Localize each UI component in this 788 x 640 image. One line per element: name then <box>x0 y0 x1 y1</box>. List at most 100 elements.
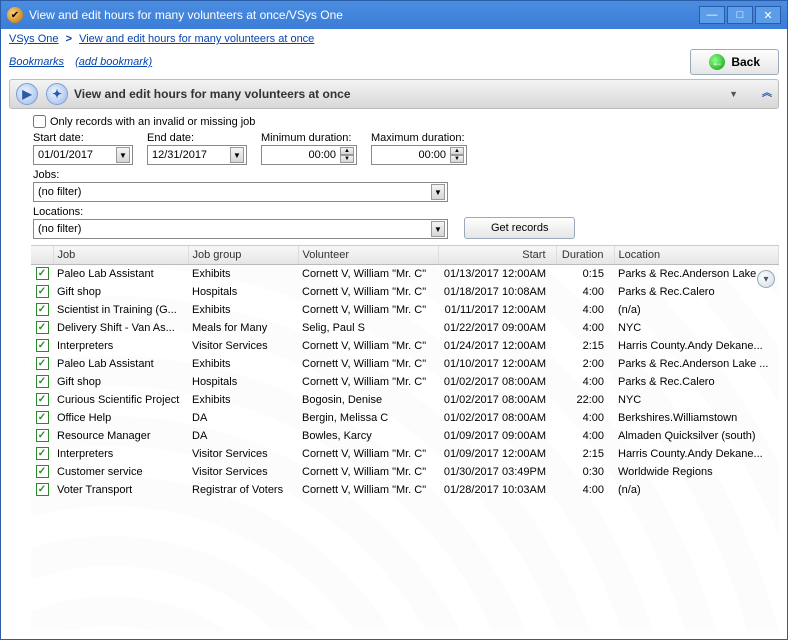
close-button[interactable]: ✕ <box>755 6 781 24</box>
table-row[interactable]: ✓Voter TransportRegistrar of VotersCorne… <box>31 481 779 499</box>
col-location[interactable]: Location <box>614 246 779 265</box>
row-checkbox[interactable]: ✓ <box>36 339 49 352</box>
cell-start: 01/18/2017 10:08AM <box>438 283 556 301</box>
app-window: ✔ View and edit hours for many volunteer… <box>0 0 788 640</box>
min-duration-label: Minimum duration: <box>261 132 357 144</box>
row-checkbox[interactable]: ✓ <box>36 465 49 478</box>
max-duration-input[interactable]: 00:00 ▲▼ <box>371 145 467 165</box>
maximize-button[interactable]: □ <box>727 6 753 24</box>
row-checkbox[interactable]: ✓ <box>36 447 49 460</box>
panel-dropdown-icon[interactable]: ▼ <box>729 89 738 99</box>
cell-volunteer: Cornett V, William "Mr. C" <box>298 355 438 373</box>
panel-title: View and edit hours for many volunteers … <box>74 87 351 101</box>
col-start[interactable]: Start <box>438 246 556 265</box>
panel-header[interactable]: ▶ ✦ View and edit hours for many volunte… <box>9 79 779 109</box>
table-row[interactable]: ✓Delivery Shift - Van As...Meals for Man… <box>31 319 779 337</box>
cell-volunteer: Cornett V, William "Mr. C" <box>298 373 438 391</box>
col-job-group[interactable]: Job group <box>188 246 298 265</box>
min-duration-input[interactable]: 00:00 ▲▼ <box>261 145 357 165</box>
cell-volunteer: Cornett V, William "Mr. C" <box>298 301 438 319</box>
chevron-down-icon[interactable]: ▼ <box>116 147 130 163</box>
invalid-job-label: Only records with an invalid or missing … <box>50 116 255 128</box>
breadcrumb-separator: > <box>66 33 72 45</box>
row-checkbox[interactable]: ✓ <box>36 321 49 334</box>
play-icon[interactable]: ▶ <box>16 83 38 105</box>
cell-start: 01/28/2017 10:03AM <box>438 481 556 499</box>
cell-job-group: Hospitals <box>188 283 298 301</box>
row-checkbox[interactable]: ✓ <box>36 303 49 316</box>
cell-job: Gift shop <box>53 283 188 301</box>
cell-duration: 4:00 <box>556 427 614 445</box>
titlebar[interactable]: ✔ View and edit hours for many volunteer… <box>1 1 787 29</box>
table-row[interactable]: ✓Gift shopHospitalsCornett V, William "M… <box>31 373 779 391</box>
cell-job: Interpreters <box>53 337 188 355</box>
cell-job-group: Exhibits <box>188 265 298 283</box>
jobs-filter-select[interactable]: (no filter) ▼ <box>33 182 448 202</box>
col-duration[interactable]: Duration <box>556 246 614 265</box>
bookmarks-link[interactable]: Bookmarks <box>9 56 64 68</box>
row-checkbox[interactable]: ✓ <box>36 393 49 406</box>
app-icon: ✔ <box>7 7 23 23</box>
invalid-job-checkbox[interactable] <box>33 115 46 128</box>
cell-location: Almaden Quicksilver (south) <box>614 427 779 445</box>
get-records-button[interactable]: Get records <box>464 217 575 239</box>
end-date-input[interactable]: 12/31/2017 ▼ <box>147 145 247 165</box>
cell-start: 01/09/2017 12:00AM <box>438 445 556 463</box>
cell-job-group: DA <box>188 427 298 445</box>
table-row[interactable]: ✓Customer serviceVisitor ServicesCornett… <box>31 463 779 481</box>
col-volunteer[interactable]: Volunteer <box>298 246 438 265</box>
cell-volunteer: Cornett V, William "Mr. C" <box>298 481 438 499</box>
row-checkbox[interactable]: ✓ <box>36 267 49 280</box>
cell-start: 01/02/2017 08:00AM <box>438 409 556 427</box>
col-check[interactable] <box>31 246 53 265</box>
cell-duration: 2:15 <box>556 445 614 463</box>
filters-panel: Only records with an invalid or missing … <box>1 109 787 243</box>
table-row[interactable]: ✓Paleo Lab AssistantExhibitsCornett V, W… <box>31 265 779 283</box>
start-date-input[interactable]: 01/01/2017 ▼ <box>33 145 133 165</box>
chevron-down-icon[interactable]: ▼ <box>431 221 445 237</box>
clock-icon: ✦ <box>46 83 68 105</box>
row-checkbox[interactable]: ✓ <box>36 357 49 370</box>
cell-start: 01/02/2017 08:00AM <box>438 391 556 409</box>
collapse-icon[interactable]: ︽ <box>762 91 772 97</box>
cell-start: 01/30/2017 03:49PM <box>438 463 556 481</box>
breadcrumb-root[interactable]: VSys One <box>9 33 59 45</box>
minimize-button[interactable]: — <box>699 6 725 24</box>
row-checkbox[interactable]: ✓ <box>36 429 49 442</box>
row-checkbox[interactable]: ✓ <box>36 375 49 388</box>
chevron-down-icon[interactable]: ▼ <box>431 184 445 200</box>
table-row[interactable]: ✓Scientist in Training (G...ExhibitsCorn… <box>31 301 779 319</box>
table-row[interactable]: ✓InterpretersVisitor ServicesCornett V, … <box>31 445 779 463</box>
table-row[interactable]: ✓Paleo Lab AssistantExhibitsCornett V, W… <box>31 355 779 373</box>
max-duration-spinner[interactable]: ▲▼ <box>450 147 464 163</box>
back-arrow-icon: ← <box>709 54 725 70</box>
cell-location: Berkshires.Williamstown <box>614 409 779 427</box>
table-row[interactable]: ✓Curious Scientific ProjectExhibitsBogos… <box>31 391 779 409</box>
add-bookmark-link[interactable]: (add bookmark) <box>75 56 152 68</box>
cell-volunteer: Bergin, Melissa C <box>298 409 438 427</box>
col-job[interactable]: Job <box>53 246 188 265</box>
row-checkbox[interactable]: ✓ <box>36 285 49 298</box>
row-checkbox[interactable]: ✓ <box>36 411 49 424</box>
table-row[interactable]: ✓Gift shopHospitalsCornett V, William "M… <box>31 283 779 301</box>
locations-filter-select[interactable]: (no filter) ▼ <box>33 219 448 239</box>
cell-job-group: Visitor Services <box>188 337 298 355</box>
bookmarks-bar: Bookmarks (add bookmark) <box>9 56 690 68</box>
back-button[interactable]: ← Back <box>690 49 779 75</box>
table-row[interactable]: ✓Resource ManagerDABowles, Karcy01/09/20… <box>31 427 779 445</box>
chevron-down-icon[interactable]: ▼ <box>230 147 244 163</box>
cell-location: Parks & Rec.Anderson Lake ... <box>614 355 779 373</box>
table-row[interactable]: ✓Office HelpDABergin, Melissa C01/02/201… <box>31 409 779 427</box>
breadcrumb-current[interactable]: View and edit hours for many volunteers … <box>79 33 314 45</box>
table-row[interactable]: ✓InterpretersVisitor ServicesCornett V, … <box>31 337 779 355</box>
records-table-container: ▾ Job Job group Volunteer Start Duration… <box>31 245 779 631</box>
min-duration-spinner[interactable]: ▲▼ <box>340 147 354 163</box>
cell-start: 01/02/2017 08:00AM <box>438 373 556 391</box>
cell-start: 01/10/2017 12:00AM <box>438 355 556 373</box>
cell-job-group: Exhibits <box>188 301 298 319</box>
cell-job-group: Exhibits <box>188 391 298 409</box>
cell-job: Paleo Lab Assistant <box>53 265 188 283</box>
funnel-icon[interactable]: ▾ <box>757 270 775 288</box>
jobs-label: Jobs: <box>33 169 755 181</box>
row-checkbox[interactable]: ✓ <box>36 483 49 496</box>
